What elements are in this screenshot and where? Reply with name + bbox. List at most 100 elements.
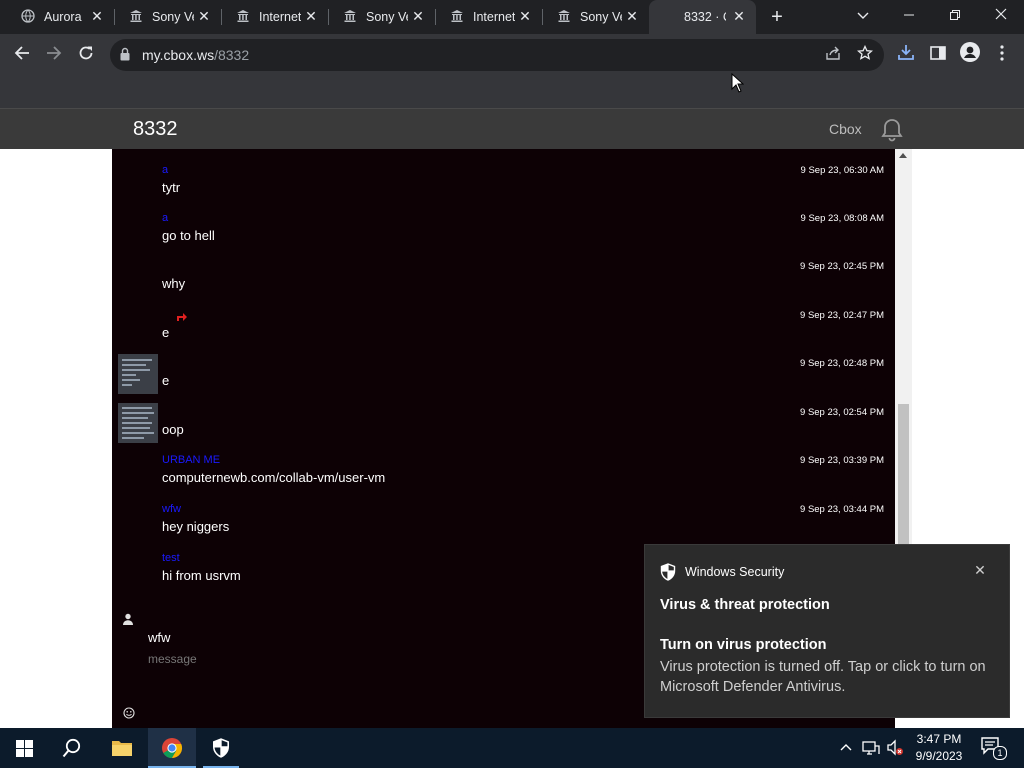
bell-icon[interactable] — [879, 117, 905, 143]
close-tab-icon[interactable]: ✕ — [625, 9, 639, 23]
close-tab-icon[interactable]: ✕ — [732, 9, 746, 23]
tab-internet-1[interactable]: Internet ✕ — [221, 0, 328, 34]
share-icon[interactable] — [823, 45, 843, 65]
bookmark-star-icon[interactable] — [855, 44, 875, 65]
avatar[interactable] — [118, 403, 158, 443]
message-input[interactable]: message — [148, 652, 197, 666]
tab-title: Sony Ve — [152, 10, 194, 24]
message-text: e — [162, 373, 170, 388]
chat-message: e 9 Sep 23, 02:48 PM — [112, 354, 895, 402]
close-tab-icon[interactable]: ✕ — [197, 9, 211, 23]
message-timestamp: 9 Sep 23, 02:47 PM — [800, 310, 884, 321]
tab-sony-2[interactable]: Sony Ve ✕ — [328, 0, 435, 34]
tab-search-button[interactable] — [840, 0, 886, 30]
search-button[interactable] — [48, 728, 96, 768]
pillars-icon — [556, 9, 572, 26]
tab-internet-2[interactable]: Internet ✕ — [435, 0, 542, 34]
message-author[interactable]: a — [162, 164, 168, 176]
system-clock[interactable]: 3:47 PM 9/9/2023 — [904, 731, 974, 765]
windows-security-notification[interactable]: Windows Security ✕ Virus & threat protec… — [644, 544, 1010, 718]
chat-message: URBAN ME computernewb.com/collab-vm/user… — [112, 451, 895, 499]
windows-logo-icon — [16, 740, 33, 757]
back-button[interactable] — [9, 42, 35, 68]
tab-title: Sony Ve — [580, 10, 622, 24]
tab-sony-1[interactable]: Sony Ve ✕ — [114, 0, 221, 34]
chat-message: oop 9 Sep 23, 02:54 PM — [112, 403, 895, 451]
tab-8332[interactable]: 8332 · C ✕ — [649, 0, 756, 34]
downloads-button[interactable] — [893, 42, 919, 68]
restore-button[interactable] — [932, 0, 978, 30]
search-icon — [62, 738, 81, 758]
file-explorer-button[interactable] — [98, 728, 146, 768]
new-tab-button[interactable]: + — [766, 6, 788, 28]
network-icon[interactable] — [862, 740, 880, 756]
clock-time: 3:47 PM — [916, 732, 962, 746]
chevron-up-icon[interactable] — [840, 743, 852, 751]
arrow-left-icon — [14, 46, 29, 60]
windows-taskbar: 3:47 PM 9/9/2023 1 — [0, 728, 1024, 768]
message-text: tytr — [162, 180, 181, 195]
chevron-down-icon — [857, 12, 869, 19]
start-button[interactable] — [0, 728, 48, 768]
close-tab-icon[interactable]: ✕ — [304, 9, 318, 23]
message-timestamp: 9 Sep 23, 08:08 AM — [800, 213, 884, 224]
folder-icon — [112, 741, 132, 756]
lock-icon — [120, 47, 130, 61]
browser-toolbar: my.cbox.ws/8332 — [0, 34, 1024, 76]
side-panel-button[interactable] — [925, 42, 951, 68]
cbox-link[interactable]: Cbox — [829, 121, 862, 137]
chat-scrollbar[interactable] — [895, 149, 912, 545]
action-center-button[interactable]: 1 — [980, 736, 1007, 760]
forward-button[interactable] — [41, 42, 67, 68]
message-timestamp: 9 Sep 23, 02:54 PM — [800, 407, 884, 418]
compose-username[interactable]: wfw — [148, 630, 170, 645]
message-timestamp: 9 Sep 23, 06:30 AM — [800, 165, 884, 176]
message-text: hi from usrvm — [162, 568, 241, 583]
close-icon[interactable]: ✕ — [973, 563, 987, 577]
avatar[interactable] — [118, 354, 158, 394]
pillars-icon — [128, 9, 144, 26]
close-tab-icon[interactable]: ✕ — [411, 9, 425, 23]
reload-button[interactable] — [73, 42, 99, 68]
menu-button[interactable] — [989, 42, 1015, 68]
emoji-icon[interactable] — [123, 707, 135, 719]
chrome-taskbar-button[interactable] — [148, 728, 196, 768]
restore-icon — [950, 10, 960, 20]
close-tab-icon[interactable]: ✕ — [90, 9, 104, 23]
address-bar[interactable]: my.cbox.ws/8332 — [110, 39, 884, 71]
close-window-button[interactable] — [978, 0, 1024, 30]
reload-icon — [79, 46, 93, 60]
tab-title: Internet — [259, 10, 301, 24]
download-icon — [898, 45, 914, 60]
tab-sony-3[interactable]: Sony Ve ✕ — [542, 0, 649, 34]
scrollbar-thumb[interactable] — [898, 404, 909, 545]
shield-icon — [660, 563, 676, 581]
profile-button[interactable] — [957, 42, 983, 68]
url-host: my.cbox.ws — [142, 47, 215, 63]
message-author[interactable]: test — [162, 552, 180, 564]
message-author[interactable]: wfw — [162, 503, 181, 515]
message-text: e — [162, 325, 170, 340]
message-timestamp: 9 Sep 23, 02:48 PM — [800, 358, 884, 369]
message-author[interactable]: URBAN ME — [162, 454, 220, 466]
notification-body: Virus protection is turned off. Tap or c… — [660, 659, 986, 695]
shield-icon — [213, 738, 229, 758]
pillars-icon — [235, 9, 251, 26]
side-panel-icon — [930, 46, 946, 60]
bookmarks-bar — [0, 76, 1024, 109]
url-path: /8332 — [214, 47, 250, 63]
windows-security-taskbar-button[interactable] — [197, 728, 245, 768]
scroll-up-arrow-icon[interactable] — [899, 153, 907, 158]
message-text: go to hell — [162, 228, 215, 243]
close-tab-icon[interactable]: ✕ — [518, 9, 532, 23]
avatar-icon — [960, 42, 980, 62]
tab-title: 8332 · C — [684, 10, 726, 24]
volume-muted-icon[interactable] — [886, 739, 904, 757]
message-author[interactable]: a — [162, 212, 168, 224]
tab-title: Aurora — [44, 10, 82, 24]
minimize-button[interactable] — [886, 0, 932, 30]
chat-message: e 9 Sep 23, 02:47 PM — [112, 306, 895, 354]
message-timestamp: 9 Sep 23, 02:45 PM — [800, 261, 884, 272]
tab-aurora[interactable]: Aurora ✕ — [0, 0, 114, 34]
user-icon[interactable] — [122, 613, 134, 625]
